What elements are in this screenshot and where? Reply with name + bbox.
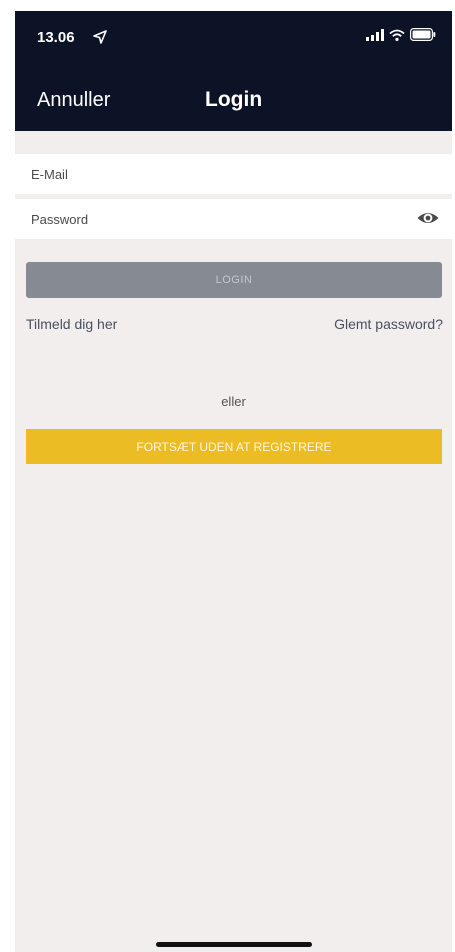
- password-field-row: [15, 199, 452, 239]
- battery-icon: [410, 28, 436, 41]
- email-field[interactable]: [31, 154, 391, 194]
- login-button[interactable]: LOGIN: [26, 262, 442, 298]
- wifi-icon: [389, 29, 405, 41]
- cancel-button[interactable]: Annuller: [37, 89, 110, 112]
- location-arrow-icon: [93, 30, 107, 44]
- app-screen: 13.06 Annuller Login E-Mail LOGIN Tilmel…: [15, 11, 452, 952]
- email-field-row: [15, 154, 452, 194]
- forgot-password-link[interactable]: Glemt password?: [334, 316, 443, 332]
- signup-link[interactable]: Tilmeld dig her: [26, 316, 117, 332]
- status-time: 13.06: [37, 29, 75, 46]
- cellular-signal-icon: [366, 28, 384, 41]
- password-field[interactable]: [31, 199, 391, 239]
- continue-without-registering-button[interactable]: FORTSÆT UDEN AT REGISTRERE: [26, 429, 442, 464]
- or-separator: eller: [221, 394, 246, 409]
- status-icons: [366, 28, 436, 41]
- top-bar: 13.06 Annuller Login: [15, 11, 452, 131]
- page-title: Login: [205, 88, 263, 111]
- home-indicator[interactable]: [156, 942, 312, 947]
- eye-icon[interactable]: [416, 208, 440, 228]
